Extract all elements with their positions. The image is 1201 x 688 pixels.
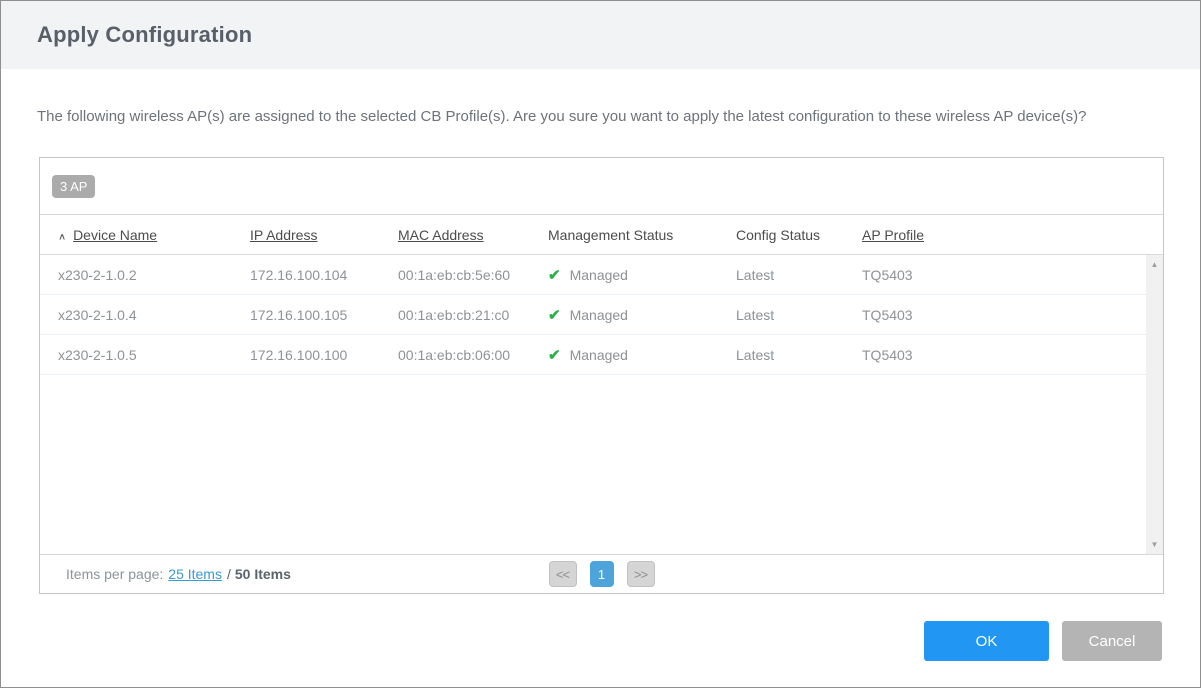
table-badge-row: 3 AP — [40, 158, 1163, 215]
cell-device-name: x230-2-1.0.2 — [58, 266, 137, 283]
page-size-link[interactable]: 25 Items — [168, 566, 222, 582]
apply-configuration-dialog: Apply Configuration The following wirele… — [0, 0, 1201, 688]
cell-ap-profile: TQ5403 — [862, 266, 913, 283]
cell-device-name: x230-2-1.0.5 — [58, 346, 137, 363]
cancel-button[interactable]: Cancel — [1062, 621, 1162, 661]
cell-config-status: Latest — [736, 306, 775, 323]
table-header-row: ∧ Device Name IP Address MAC Address Mana… — [40, 215, 1163, 255]
items-per-page-label: Items per page: — [66, 566, 164, 582]
column-header-config-status: Config Status — [736, 226, 821, 243]
next-page-button[interactable]: >> — [626, 561, 655, 587]
column-header-ip-address[interactable]: IP Address — [232, 227, 380, 243]
pagination-separator: / — [226, 566, 231, 582]
scroll-down-icon[interactable]: ▼ — [1146, 540, 1163, 549]
dialog-actions: OK Cancel — [924, 621, 1162, 661]
total-items-label: 50 Items — [234, 566, 291, 582]
vertical-scrollbar[interactable]: ▲ ▼ — [1146, 255, 1163, 554]
cell-management-status: ✔ Managed — [548, 346, 628, 364]
cell-device-name: x230-2-1.0.4 — [58, 306, 137, 323]
cell-config-status: Latest — [736, 346, 775, 363]
table-row: x230-2-1.0.5 172.16.100.100 00:1a:eb:cb:… — [40, 335, 1163, 375]
previous-page-button[interactable]: << — [548, 561, 577, 587]
table-row: x230-2-1.0.4 172.16.100.105 00:1a:eb:cb:… — [40, 295, 1163, 335]
cell-mac-address: 00:1a:eb:cb:06:00 — [398, 346, 511, 363]
confirmation-message: The following wireless AP(s) are assigne… — [37, 108, 1087, 125]
managed-check-icon: ✔ — [548, 346, 561, 364]
ap-count-badge: 3 AP — [52, 174, 96, 198]
current-page-button[interactable]: 1 — [589, 561, 614, 587]
pager: << 1 >> — [548, 561, 655, 587]
column-header-device-name[interactable]: ∧ Device Name — [40, 227, 232, 243]
cell-ap-profile: TQ5403 — [862, 306, 913, 323]
column-header-management-status: Management Status — [548, 226, 674, 243]
ap-table-panel: 3 AP ∧ Device Name IP Address MAC Address… — [39, 157, 1164, 594]
ok-button[interactable]: OK — [924, 621, 1049, 661]
cell-mac-address: 00:1a:eb:cb:21:c0 — [398, 306, 510, 323]
dialog-header: Apply Configuration — [1, 1, 1200, 69]
cell-mac-address: 00:1a:eb:cb:5e:60 — [398, 266, 511, 283]
table-body: x230-2-1.0.2 172.16.100.104 00:1a:eb:cb:… — [40, 255, 1163, 554]
table-row: x230-2-1.0.2 172.16.100.104 00:1a:eb:cb:… — [40, 255, 1163, 295]
sort-asc-icon: ∧ — [58, 231, 67, 242]
cell-ip-address: 172.16.100.104 — [250, 266, 348, 283]
column-header-ap-profile[interactable]: AP Profile — [844, 227, 1163, 243]
cell-ip-address: 172.16.100.105 — [250, 306, 348, 323]
cell-config-status: Latest — [736, 266, 775, 283]
column-header-mac-address[interactable]: MAC Address — [380, 227, 530, 243]
managed-check-icon: ✔ — [548, 266, 561, 284]
scroll-up-icon[interactable]: ▲ — [1146, 260, 1163, 269]
cell-management-status: ✔ Managed — [548, 266, 628, 284]
table-footer: Items per page: 25 Items / 50 Items << 1… — [40, 554, 1163, 593]
cell-ap-profile: TQ5403 — [862, 346, 913, 363]
cell-ip-address: 172.16.100.100 — [250, 346, 348, 363]
managed-check-icon: ✔ — [548, 306, 561, 324]
cell-management-status: ✔ Managed — [548, 306, 628, 324]
dialog-title: Apply Configuration — [37, 22, 253, 47]
